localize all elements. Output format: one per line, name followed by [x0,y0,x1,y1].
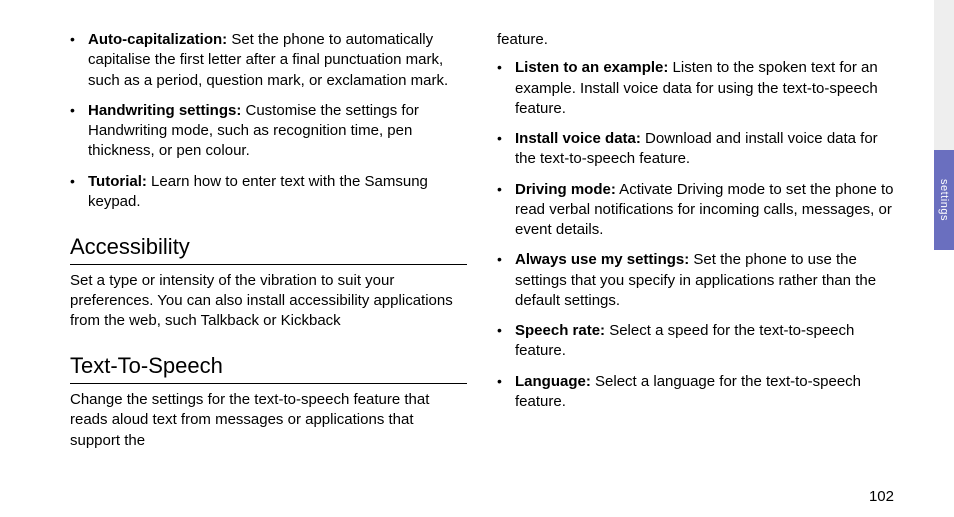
list-item: Handwriting settings: Customise the sett… [70,101,467,162]
list-item: Tutorial: Learn how to enter text with t… [70,172,467,213]
term: Language: [515,373,591,390]
term: Speech rate: [515,322,605,339]
heading-text-to-speech: Text-To-Speech [70,351,467,384]
list-item: Install voice data: Download and install… [497,129,894,170]
term: Always use my settings: [515,251,689,268]
list-item: Driving mode: Activate Driving mode to s… [497,180,894,241]
list-item: Always use my settings: Set the phone to… [497,250,894,311]
term: Auto-capitalization: [88,31,227,48]
side-tab: settings [934,150,954,250]
term: Listen to an example: [515,59,668,76]
list-item: Language: Select a language for the text… [497,372,894,413]
list-item: Listen to an example: Listen to the spok… [497,58,894,119]
side-strip [934,0,954,150]
list-item: Auto-capitalization: Set the phone to au… [70,30,467,91]
page-number: 102 [869,488,894,505]
bullet-list-right: Listen to an example: Listen to the spok… [497,58,894,412]
continuation-text: feature. [497,30,894,50]
heading-accessibility: Accessibility [70,232,467,265]
right-column: feature. Listen to an example: Listen to… [497,30,894,451]
side-tab-label: settings [938,179,950,221]
list-item: Speech rate: Select a speed for the text… [497,321,894,362]
term: Handwriting settings: [88,102,241,119]
desc-accessibility: Set a type or intensity of the vibration… [70,271,467,332]
term: Driving mode: [515,181,616,198]
left-column: Auto-capitalization: Set the phone to au… [70,30,467,451]
term: Tutorial: [88,173,147,190]
term: Install voice data: [515,130,641,147]
desc-text-to-speech: Change the settings for the text-to-spee… [70,390,467,451]
manual-page: settings Auto-capitalization: Set the ph… [0,0,954,517]
bullet-list-left: Auto-capitalization: Set the phone to au… [70,30,467,212]
content-columns: Auto-capitalization: Set the phone to au… [0,0,954,461]
